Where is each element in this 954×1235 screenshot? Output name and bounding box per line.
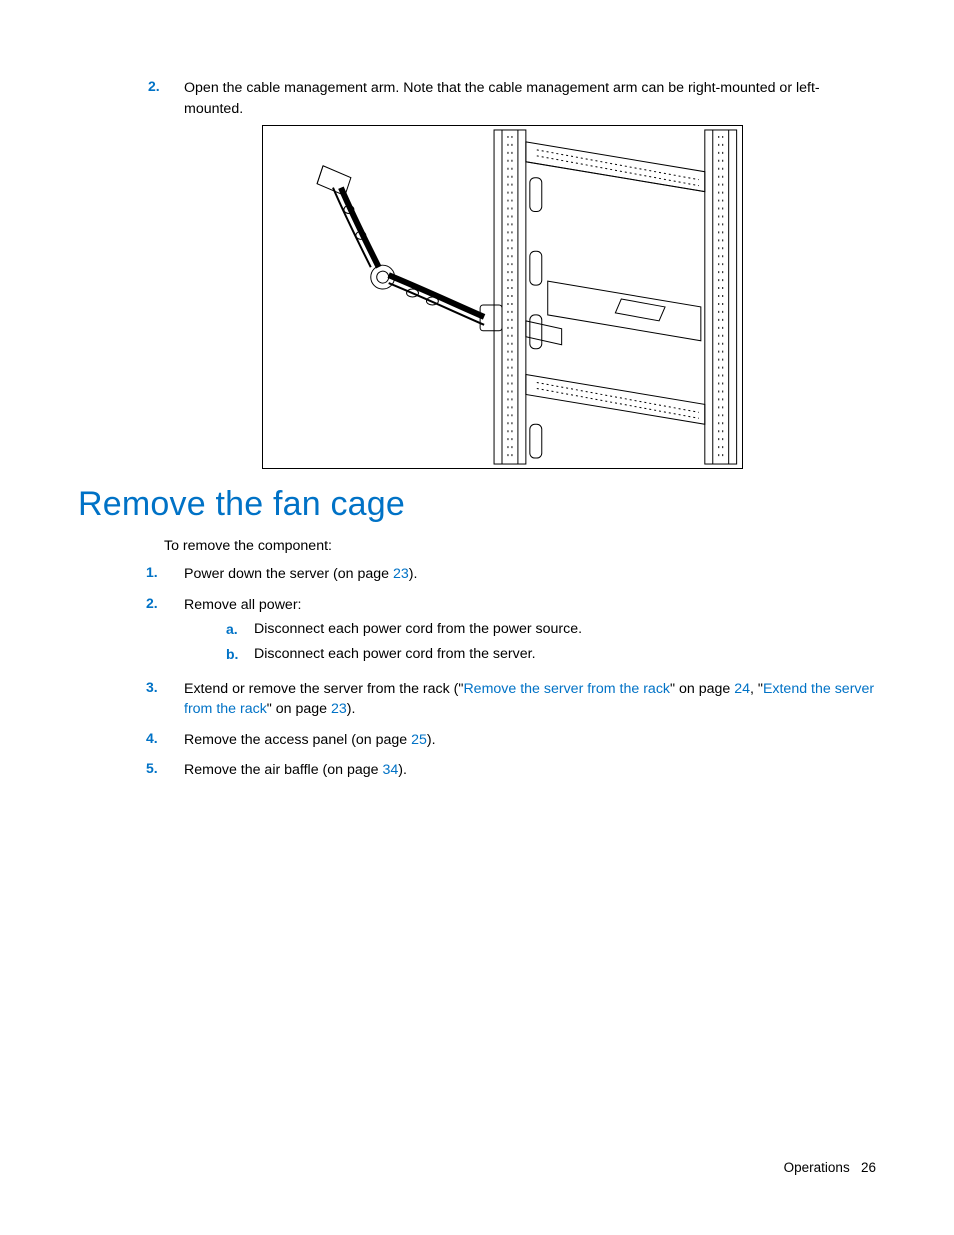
text-fragment: ). <box>409 566 418 582</box>
footer-section: Operations <box>784 1160 850 1175</box>
step-number: 2. <box>78 78 184 119</box>
step-text: Remove all power: a. Disconnect each pow… <box>184 595 878 669</box>
substep-item: b. Disconnect each power cord from the s… <box>226 644 878 665</box>
substep-letter: b. <box>226 644 254 665</box>
step-item: 2. Remove all power: a. Disconnect each … <box>146 595 878 669</box>
text-fragment: ). <box>427 732 436 748</box>
text-fragment: Remove all power: <box>184 597 302 613</box>
step-text: Remove the air baffle (on page 34). <box>184 760 878 781</box>
step-number: 2. <box>146 595 184 669</box>
step-text: Extend or remove the server from the rac… <box>184 679 878 720</box>
page-ref-link[interactable]: 25 <box>411 732 427 748</box>
text-fragment: ). <box>398 762 407 778</box>
substep-item: a. Disconnect each power cord from the p… <box>226 619 878 640</box>
text-fragment: Remove the air baffle (on page <box>184 762 383 778</box>
substep-text: Disconnect each power cord from the powe… <box>254 619 582 640</box>
text-fragment: " on page <box>670 681 734 697</box>
text-fragment: " on page <box>267 701 331 717</box>
step-item: 2. Open the cable management arm. Note t… <box>78 78 878 119</box>
text-fragment: Extend or remove the server from the rac… <box>184 681 463 697</box>
step-item: 5. Remove the air baffle (on page 34). <box>146 760 878 781</box>
text-fragment: ). <box>347 701 356 717</box>
substep-letter: a. <box>226 619 254 640</box>
page-ref-link[interactable]: 23 <box>331 701 347 717</box>
step-number: 3. <box>146 679 184 720</box>
page-ref-link[interactable]: 24 <box>734 681 750 697</box>
step-text: Remove the access panel (on page 25). <box>184 730 878 751</box>
section-intro: To remove the component: <box>164 538 878 554</box>
step-number: 5. <box>146 760 184 781</box>
text-fragment: Power down the server (on page <box>184 566 393 582</box>
page-ref-link[interactable]: 34 <box>383 762 399 778</box>
step-number: 1. <box>146 564 184 585</box>
step-text: Open the cable management arm. Note that… <box>184 78 878 119</box>
figure-cable-management-arm <box>262 125 743 469</box>
text-fragment: , " <box>750 681 763 697</box>
text-fragment: Remove the access panel (on page <box>184 732 411 748</box>
page-footer: Operations 26 <box>784 1160 876 1175</box>
cross-ref-link[interactable]: Remove the server from the rack <box>463 681 670 697</box>
step-item: 4. Remove the access panel (on page 25). <box>146 730 878 751</box>
step-item: 3. Extend or remove the server from the … <box>146 679 878 720</box>
substep-text: Disconnect each power cord from the serv… <box>254 644 536 665</box>
step-number: 4. <box>146 730 184 751</box>
step-text: Power down the server (on page 23). <box>184 564 878 585</box>
footer-page-number: 26 <box>861 1160 876 1175</box>
step-item: 1. Power down the server (on page 23). <box>146 564 878 585</box>
page-ref-link[interactable]: 23 <box>393 566 409 582</box>
section-heading: Remove the fan cage <box>78 485 878 524</box>
